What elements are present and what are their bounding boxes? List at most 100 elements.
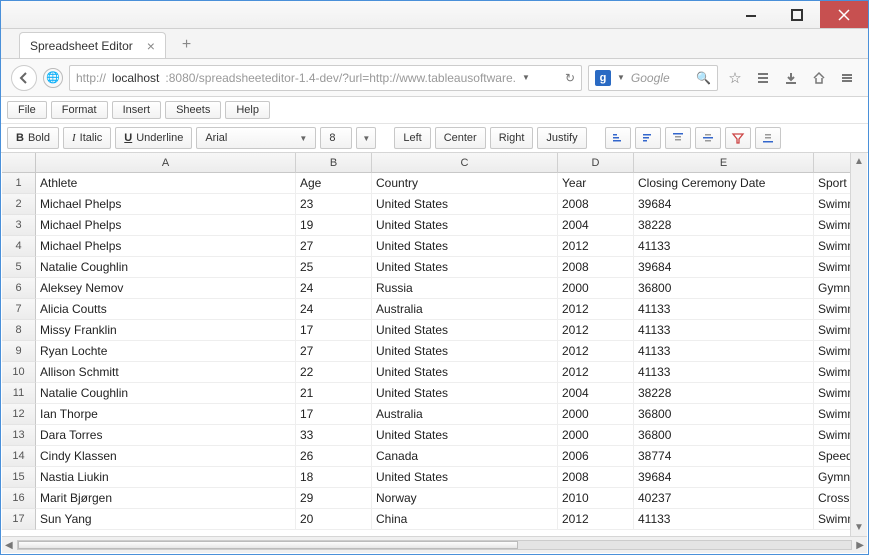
cell[interactable]: United States <box>372 236 558 257</box>
cell[interactable]: 24 <box>296 299 372 320</box>
cell[interactable]: 36800 <box>634 425 814 446</box>
cell[interactable]: 39684 <box>634 257 814 278</box>
cell[interactable]: China <box>372 509 558 530</box>
cell[interactable]: 2012 <box>558 509 634 530</box>
menu-icon[interactable] <box>836 67 858 89</box>
underline-button[interactable]: UUnderline <box>115 127 192 149</box>
cell[interactable]: 2010 <box>558 488 634 509</box>
cell[interactable]: Australia <box>372 299 558 320</box>
dropdown-icon[interactable]: ▼ <box>617 73 625 82</box>
spreadsheet-grid[interactable]: ABCDE1AthleteAgeCountryYearClosing Cerem… <box>2 153 867 536</box>
scrollbar-thumb[interactable] <box>18 541 518 549</box>
cell[interactable]: 40237 <box>634 488 814 509</box>
cell[interactable]: 19 <box>296 215 372 236</box>
column-header[interactable]: D <box>558 153 634 173</box>
cell[interactable]: United States <box>372 362 558 383</box>
cell[interactable]: United States <box>372 320 558 341</box>
row-header[interactable]: 3 <box>2 215 36 236</box>
row-header[interactable]: 11 <box>2 383 36 404</box>
row-header[interactable]: 16 <box>2 488 36 509</box>
cell[interactable]: 22 <box>296 362 372 383</box>
cell[interactable]: 24 <box>296 278 372 299</box>
bookmarks-list-icon[interactable] <box>752 67 774 89</box>
cell[interactable]: 2004 <box>558 215 634 236</box>
valign-bottom-button[interactable] <box>755 127 781 149</box>
cell[interactable]: 2008 <box>558 257 634 278</box>
maximize-button[interactable] <box>774 1 820 28</box>
search-box[interactable]: g ▼ Google 🔍 <box>588 65 718 91</box>
font-size-dropdown[interactable]: ▼ <box>356 127 376 149</box>
row-header[interactable]: 1 <box>2 173 36 194</box>
row-header[interactable]: 15 <box>2 467 36 488</box>
cell[interactable]: 2012 <box>558 320 634 341</box>
align-right-button[interactable]: Right <box>490 127 534 149</box>
cell[interactable]: 2012 <box>558 299 634 320</box>
bold-button[interactable]: BBold <box>7 127 59 149</box>
cell[interactable]: United States <box>372 215 558 236</box>
scrollbar-track[interactable] <box>17 540 853 550</box>
scroll-right-icon[interactable]: ▶ <box>856 540 864 551</box>
cell[interactable]: Dara Torres <box>36 425 296 446</box>
menu-file[interactable]: File <box>7 101 47 119</box>
row-header[interactable]: 5 <box>2 257 36 278</box>
cell[interactable]: Allison Schmitt <box>36 362 296 383</box>
cell[interactable]: Canada <box>372 446 558 467</box>
back-button[interactable] <box>11 65 37 91</box>
cell[interactable]: 41133 <box>634 236 814 257</box>
cell[interactable]: 41133 <box>634 509 814 530</box>
cell[interactable]: 38228 <box>634 383 814 404</box>
row-header[interactable]: 7 <box>2 299 36 320</box>
menu-insert[interactable]: Insert <box>112 101 162 119</box>
select-all-corner[interactable] <box>2 153 36 173</box>
font-size-select[interactable]: 8 <box>320 127 352 149</box>
cell[interactable]: 33 <box>296 425 372 446</box>
sort-desc-button[interactable] <box>635 127 661 149</box>
cell[interactable]: 21 <box>296 383 372 404</box>
home-icon[interactable] <box>808 67 830 89</box>
cell[interactable]: Ryan Lochte <box>36 341 296 362</box>
align-left-button[interactable]: Left <box>394 127 430 149</box>
cell[interactable]: Nastia Liukin <box>36 467 296 488</box>
cell[interactable]: 18 <box>296 467 372 488</box>
cell[interactable]: Cindy Klassen <box>36 446 296 467</box>
new-tab-button[interactable]: + <box>174 32 199 58</box>
cell[interactable]: 23 <box>296 194 372 215</box>
cell[interactable]: Russia <box>372 278 558 299</box>
cell[interactable]: 36800 <box>634 404 814 425</box>
align-justify-button[interactable]: Justify <box>537 127 586 149</box>
cell[interactable]: Country <box>372 173 558 194</box>
sort-asc-button[interactable] <box>605 127 631 149</box>
cell[interactable]: 25 <box>296 257 372 278</box>
menu-help[interactable]: Help <box>225 101 270 119</box>
cell[interactable]: Michael Phelps <box>36 236 296 257</box>
row-header[interactable]: 17 <box>2 509 36 530</box>
column-header[interactable]: A <box>36 153 296 173</box>
scroll-up-icon[interactable]: ▲ <box>854 156 864 167</box>
cell[interactable]: 39684 <box>634 467 814 488</box>
menu-sheets[interactable]: Sheets <box>165 101 221 119</box>
cell[interactable]: 29 <box>296 488 372 509</box>
scroll-left-icon[interactable]: ◀ <box>5 540 13 551</box>
column-header[interactable]: B <box>296 153 372 173</box>
downloads-icon[interactable] <box>780 67 802 89</box>
valign-top-button[interactable] <box>665 127 691 149</box>
dropdown-icon[interactable]: ▼ <box>522 73 530 82</box>
cell[interactable]: Sun Yang <box>36 509 296 530</box>
cell[interactable]: Marit Bjørgen <box>36 488 296 509</box>
cell[interactable]: 36800 <box>634 278 814 299</box>
row-header[interactable]: 4 <box>2 236 36 257</box>
cell[interactable]: Closing Ceremony Date <box>634 173 814 194</box>
scroll-down-icon[interactable]: ▼ <box>854 522 864 533</box>
cell[interactable]: 2004 <box>558 383 634 404</box>
cell[interactable]: Age <box>296 173 372 194</box>
vertical-scrollbar[interactable]: ▲ ▼ <box>850 153 867 536</box>
browser-tab[interactable]: Spreadsheet Editor × <box>19 32 166 58</box>
bookmark-star-icon[interactable]: ☆ <box>724 67 746 89</box>
cell[interactable]: Year <box>558 173 634 194</box>
cell[interactable]: Australia <box>372 404 558 425</box>
address-bar[interactable]: http://localhost:8080/spreadsheeteditor-… <box>69 65 582 91</box>
cell[interactable]: United States <box>372 257 558 278</box>
cell[interactable]: 38774 <box>634 446 814 467</box>
cell[interactable]: 41133 <box>634 341 814 362</box>
search-icon[interactable]: 🔍 <box>696 71 711 85</box>
